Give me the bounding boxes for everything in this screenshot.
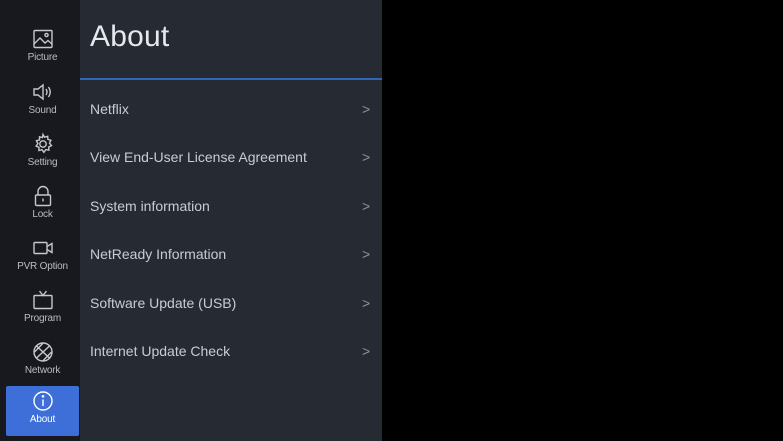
sidebar-item-program[interactable]: Program bbox=[6, 285, 79, 335]
sidebar-item-setting[interactable]: Setting bbox=[6, 129, 79, 179]
picture-icon bbox=[32, 29, 53, 49]
chevron-right-icon: > bbox=[362, 246, 371, 262]
video-area bbox=[382, 0, 783, 441]
menu-item-label: Software Update (USB) bbox=[90, 295, 237, 311]
menu-item-netflix[interactable]: Netflix > bbox=[80, 90, 382, 130]
chevron-right-icon: > bbox=[362, 198, 371, 214]
camera-icon bbox=[32, 241, 53, 255]
chevron-right-icon: > bbox=[362, 149, 371, 165]
gear-icon bbox=[34, 132, 53, 154]
sidebar-item-label: Picture bbox=[27, 52, 58, 63]
speaker-icon bbox=[32, 83, 51, 101]
info-icon bbox=[32, 391, 53, 411]
menu-item-label: System information bbox=[90, 198, 210, 214]
sidebar-item-pvr-option[interactable]: PVR Option bbox=[6, 233, 79, 283]
sidebar-item-label: About bbox=[29, 414, 56, 425]
menu-item-label: Netflix bbox=[90, 101, 129, 117]
menu-item-label: View End-User License Agreement bbox=[90, 149, 307, 165]
about-panel: About Netflix > View End-User License Ag… bbox=[80, 0, 382, 441]
menu-item-netready-information[interactable]: NetReady Information > bbox=[80, 235, 382, 275]
menu-item-software-update-usb[interactable]: Software Update (USB) > bbox=[80, 284, 382, 324]
menu-item-label: Internet Update Check bbox=[90, 343, 231, 359]
menu-item-view-eula[interactable]: View End-User License Agreement > bbox=[80, 138, 382, 178]
chevron-right-icon: > bbox=[362, 295, 371, 311]
title-divider bbox=[80, 78, 382, 80]
menu-item-label: NetReady Information bbox=[90, 246, 227, 262]
page-title: About bbox=[90, 20, 170, 53]
lock-icon bbox=[34, 185, 51, 207]
chevron-right-icon: > bbox=[362, 343, 371, 359]
sidebar-item-about[interactable]: About bbox=[6, 386, 79, 436]
globe-icon bbox=[32, 342, 53, 362]
sidebar-item-label: PVR Option bbox=[17, 261, 68, 272]
sidebar-item-label: Program bbox=[24, 313, 61, 324]
sidebar: Picture Sound Setting Lock PVR Option Pr… bbox=[0, 0, 80, 441]
sidebar-item-label: Network bbox=[24, 365, 61, 376]
sidebar-item-label: Sound bbox=[28, 105, 57, 116]
menu-item-system-information[interactable]: System information > bbox=[80, 187, 382, 227]
sidebar-item-sound[interactable]: Sound bbox=[6, 77, 79, 127]
sidebar-item-lock[interactable]: Lock bbox=[6, 181, 79, 231]
sidebar-item-label: Lock bbox=[32, 209, 53, 220]
sidebar-item-label: Setting bbox=[27, 157, 58, 168]
tv-icon bbox=[32, 290, 53, 310]
menu-item-internet-update-check[interactable]: Internet Update Check > bbox=[80, 332, 382, 372]
sidebar-item-network[interactable]: Network bbox=[6, 337, 79, 387]
chevron-right-icon: > bbox=[362, 101, 371, 117]
sidebar-item-picture[interactable]: Picture bbox=[6, 24, 79, 74]
